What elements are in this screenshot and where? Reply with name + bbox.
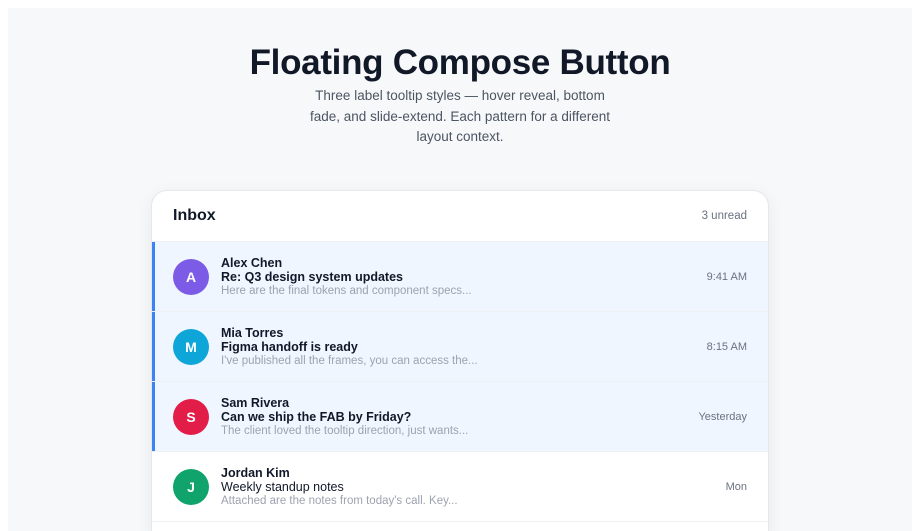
- hero: Floating Compose Button Three label tool…: [8, 43, 912, 148]
- avatar: M: [173, 328, 209, 365]
- page-title: Floating Compose Button: [249, 43, 671, 82]
- avatar: A: [173, 258, 209, 295]
- message-time: 8:15 AM: [706, 340, 747, 353]
- message-sender: Mia Torres: [221, 325, 284, 340]
- unread-count: 3 unread: [701, 210, 747, 222]
- message-preview: The client loved the tooltip direction, …: [221, 424, 469, 437]
- message-preview: I've published all the frames, you can a…: [221, 354, 478, 367]
- message-row[interactable]: S Sam Rivera Can we ship the FAB by Frid…: [152, 382, 768, 452]
- inbox-header: Inbox 3 unread: [152, 191, 768, 242]
- avatar: S: [173, 398, 209, 435]
- message-body: Jordan Kim Weekly standup notes Attached…: [221, 466, 726, 508]
- message-sender: Sam Rivera: [221, 395, 290, 410]
- message-body: Alex Chen Re: Q3 design system updates H…: [221, 256, 707, 298]
- page-canvas: Floating Compose Button Three label tool…: [8, 8, 912, 531]
- message-body: Mia Torres Figma handoff is ready I've p…: [221, 326, 707, 368]
- inbox-title: Inbox: [173, 207, 216, 224]
- message-preview: Attached are the notes from today's call…: [221, 494, 458, 507]
- message-subject: Figma handoff is ready: [221, 339, 358, 354]
- inbox-card: Inbox 3 unread A Alex Chen Re: Q3 design…: [151, 190, 769, 531]
- message-sender: Jordan Kim: [221, 465, 290, 480]
- message-subject: Re: Q3 design system updates: [221, 269, 404, 284]
- message-time: Yesterday: [698, 410, 747, 423]
- message-row[interactable]: A Alex Chen Re: Q3 design system updates…: [152, 242, 768, 312]
- message-preview: Here are the final tokens and component …: [221, 284, 472, 297]
- message-subject: Weekly standup notes: [221, 479, 344, 494]
- message-subject: Can we ship the FAB by Friday?: [221, 409, 412, 424]
- message-row[interactable]: M Mia Torres Figma handoff is ready I've…: [152, 312, 768, 382]
- message-sender: Alex Chen: [221, 255, 283, 270]
- message-body: Sam Rivera Can we ship the FAB by Friday…: [221, 396, 698, 438]
- message-time: 9:41 AM: [706, 270, 747, 283]
- avatar: J: [173, 468, 209, 505]
- message-row[interactable]: J Jordan Kim Weekly standup notes Attach…: [152, 452, 768, 522]
- message-time: Mon: [725, 480, 747, 493]
- page-subtitle: Three label tooltip styles — hover revea…: [310, 88, 610, 144]
